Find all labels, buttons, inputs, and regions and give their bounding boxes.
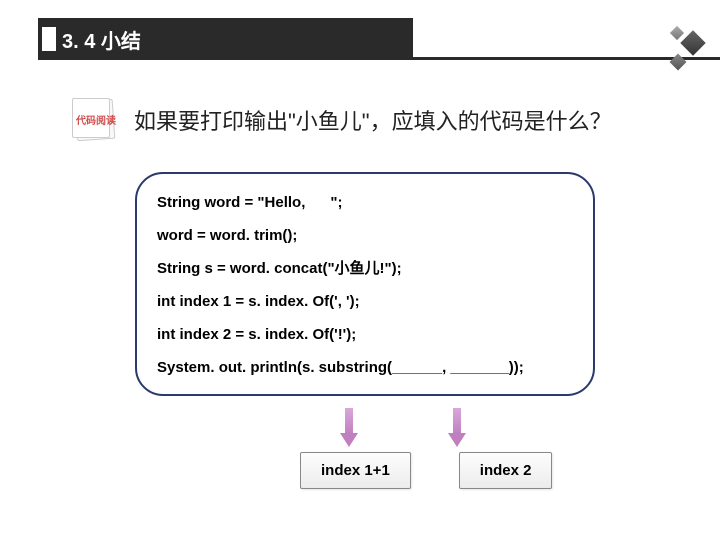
code-box: String word = "Hello, "; word = word. tr…	[135, 172, 595, 396]
code-line-2: word = word. trim();	[157, 225, 573, 246]
question-row: 代码阅读 如果要打印输出"小鱼儿"，应填入的代码是什么？	[70, 98, 720, 142]
corner-decoration	[654, 26, 714, 86]
code-line-4: int index 1 = s. index. Of(', ');	[157, 291, 573, 312]
header-accent-block	[42, 27, 56, 51]
header-dark-bar: 3. 4 小结	[38, 18, 413, 60]
code-reading-badge: 代码阅读	[70, 98, 120, 142]
answer-box-1: index 1+1	[300, 452, 411, 489]
question-text: 如果要打印输出"小鱼儿"，应填入的代码是什么？	[134, 104, 612, 136]
arrow-down-icon	[448, 408, 466, 448]
code-line-6: System. out. println(s. substring(______…	[157, 357, 573, 378]
code-line-3: String s = word. concat("小鱼儿!");	[157, 258, 573, 279]
arrow-down-icon	[340, 408, 358, 448]
header-title: 3. 4 小结	[62, 25, 141, 54]
arrow-row	[340, 408, 720, 448]
badge-label: 代码阅读	[76, 112, 116, 127]
slide-header: 3. 4 小结	[38, 18, 720, 60]
answer-row: index 1+1 index 2	[300, 452, 720, 489]
code-line-5: int index 2 = s. index. Of('!');	[157, 324, 573, 345]
answer-box-2: index 2	[459, 452, 553, 489]
code-line-1: String word = "Hello, ";	[157, 192, 573, 213]
